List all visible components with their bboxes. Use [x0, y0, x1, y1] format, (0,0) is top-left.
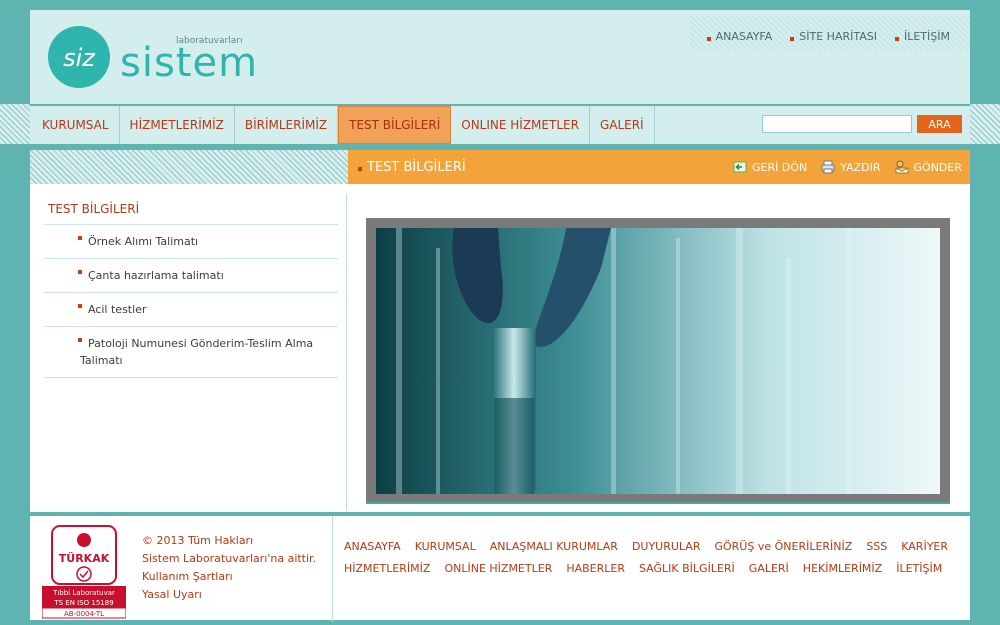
hero-image-frame — [366, 218, 950, 504]
footer-link[interactable]: HABERLER — [566, 562, 625, 575]
decor-stripe-right — [970, 104, 1000, 144]
decor-stripe-left — [0, 104, 30, 144]
footer-link[interactable]: KARİYER — [901, 540, 948, 553]
cert-code: AB-0004-TL — [64, 610, 104, 618]
footer-link[interactable]: SAĞLIK BİLGİLERİ — [639, 562, 735, 575]
sidebar-item[interactable]: Patoloji Numunesi Gönderim-Teslim Alma T… — [44, 327, 338, 378]
legal-link[interactable]: Yasal Uyarı — [142, 586, 332, 604]
search-button[interactable]: ARA — [917, 115, 962, 133]
sidebar-item[interactable]: Çanta hazırlama talimatı — [44, 259, 338, 293]
sidebar-item[interactable]: Acil testler — [44, 293, 338, 327]
send-mail-icon — [895, 160, 909, 174]
cert-line2: TS EN ISO 15189 — [53, 599, 113, 607]
footer-link[interactable]: GÖRÜŞ ve ÖNERİLERİNİZ — [714, 540, 852, 553]
content: TEST BİLGİLERİ GERİ DÖN YAZDIR GÖNDER TE… — [30, 150, 970, 512]
bullet-icon — [78, 304, 82, 308]
bullet-icon — [358, 167, 362, 171]
page-title: TEST BİLGİLERİ — [367, 159, 466, 175]
copyright-block: © 2013 Tüm Hakları Sistem Laboratuvarlar… — [142, 532, 332, 604]
footer-link[interactable]: İLETİŞİM — [896, 562, 942, 575]
cert-brand: TÜRKAK — [59, 551, 110, 565]
footer-link[interactable]: KURUMSAL — [415, 540, 476, 553]
top-links: ANASAYFA SİTE HARİTASI İLETİŞİM — [690, 16, 970, 50]
terms-link[interactable]: Kullanım Şartları — [142, 568, 332, 586]
main-nav: KURUMSAL HİZMETLERİMİZ BİRİMLERİMİZ TEST… — [30, 106, 970, 144]
footer-link[interactable]: SSS — [866, 540, 887, 553]
nav-item-kurumsal[interactable]: KURUMSAL — [32, 106, 120, 144]
back-arrow-icon — [733, 161, 747, 173]
footer-divider — [332, 516, 333, 622]
footer-link[interactable]: GALERİ — [749, 562, 789, 575]
top-link-home[interactable]: ANASAYFA — [706, 22, 772, 50]
logo-wordmark: sistem — [120, 40, 258, 86]
back-button[interactable]: GERİ DÖN — [733, 160, 807, 174]
page-actions: GERİ DÖN YAZDIR GÖNDER — [733, 150, 962, 184]
column-divider — [346, 194, 347, 510]
print-button[interactable]: YAZDIR — [821, 160, 881, 174]
copyright-text: © 2013 Tüm Hakları — [142, 534, 254, 547]
sidebar-title[interactable]: TEST BİLGİLERİ — [44, 194, 338, 225]
bullet-icon — [790, 37, 795, 41]
lab-test-tube-image — [376, 228, 940, 494]
nav-item-test-bilgileri[interactable]: TEST BİLGİLERİ — [338, 106, 452, 144]
title-bar: TEST BİLGİLERİ GERİ DÖN YAZDIR GÖNDER — [348, 150, 970, 184]
logo[interactable]: siz laboratuvarları sistem — [46, 24, 276, 90]
header: siz laboratuvarları sistem ANASAYFA SİTE… — [30, 10, 970, 104]
sidebar: TEST BİLGİLERİ Örnek Alımı Talimatı Çant… — [44, 194, 338, 378]
bullet-icon — [78, 236, 82, 240]
footer-link[interactable]: HİZMETLERİMİZ — [344, 562, 430, 575]
cert-line1: Tıbbi Laboratuvar — [52, 589, 115, 597]
page: siz laboratuvarları sistem ANASAYFA SİTE… — [30, 10, 970, 622]
search-input[interactable] — [762, 115, 912, 133]
bullet-icon — [894, 37, 899, 41]
footer-link[interactable]: HEKİMLERİMİZ — [803, 562, 882, 575]
decor-stripe — [30, 150, 348, 184]
bullet-icon — [78, 270, 82, 274]
footer-link[interactable]: ANASAYFA — [344, 540, 401, 553]
turkak-certificate: TÜRKAK Tıbbi Laboratuvar TS EN ISO 15189… — [41, 524, 127, 620]
footer-links: ANASAYFA KURUMSAL ANLAŞMALI KURUMLAR DUY… — [344, 540, 964, 584]
nav-item-galeri[interactable]: GALERİ — [590, 106, 655, 144]
send-button[interactable]: GÖNDER — [895, 160, 962, 174]
nav-item-online-hizmetler[interactable]: ONLINE HİZMETLER — [451, 106, 590, 144]
sidebar-item[interactable]: Örnek Alımı Talimatı — [44, 225, 338, 259]
nav-item-hizmetlerimiz[interactable]: HİZMETLERİMİZ — [120, 106, 235, 144]
bullet-icon — [78, 338, 82, 342]
footer: TÜRKAK Tıbbi Laboratuvar TS EN ISO 15189… — [30, 514, 970, 622]
footer-link[interactable]: ANLAŞMALI KURUMLAR — [490, 540, 618, 553]
top-link-contact[interactable]: İLETİŞİM — [894, 22, 950, 50]
footer-link[interactable]: ONLİNE HİZMETLER — [444, 562, 552, 575]
printer-icon — [821, 160, 835, 174]
nav-item-birimlerimiz[interactable]: BİRİMLERİMİZ — [235, 106, 339, 144]
top-link-sitemap[interactable]: SİTE HARİTASI — [790, 22, 877, 50]
logo-monogram: siz — [63, 44, 96, 72]
owner-text: Sistem Laboratuvarları'na aittir. — [142, 552, 317, 565]
footer-link[interactable]: DUYURULAR — [632, 540, 701, 553]
bullet-icon — [706, 37, 711, 41]
